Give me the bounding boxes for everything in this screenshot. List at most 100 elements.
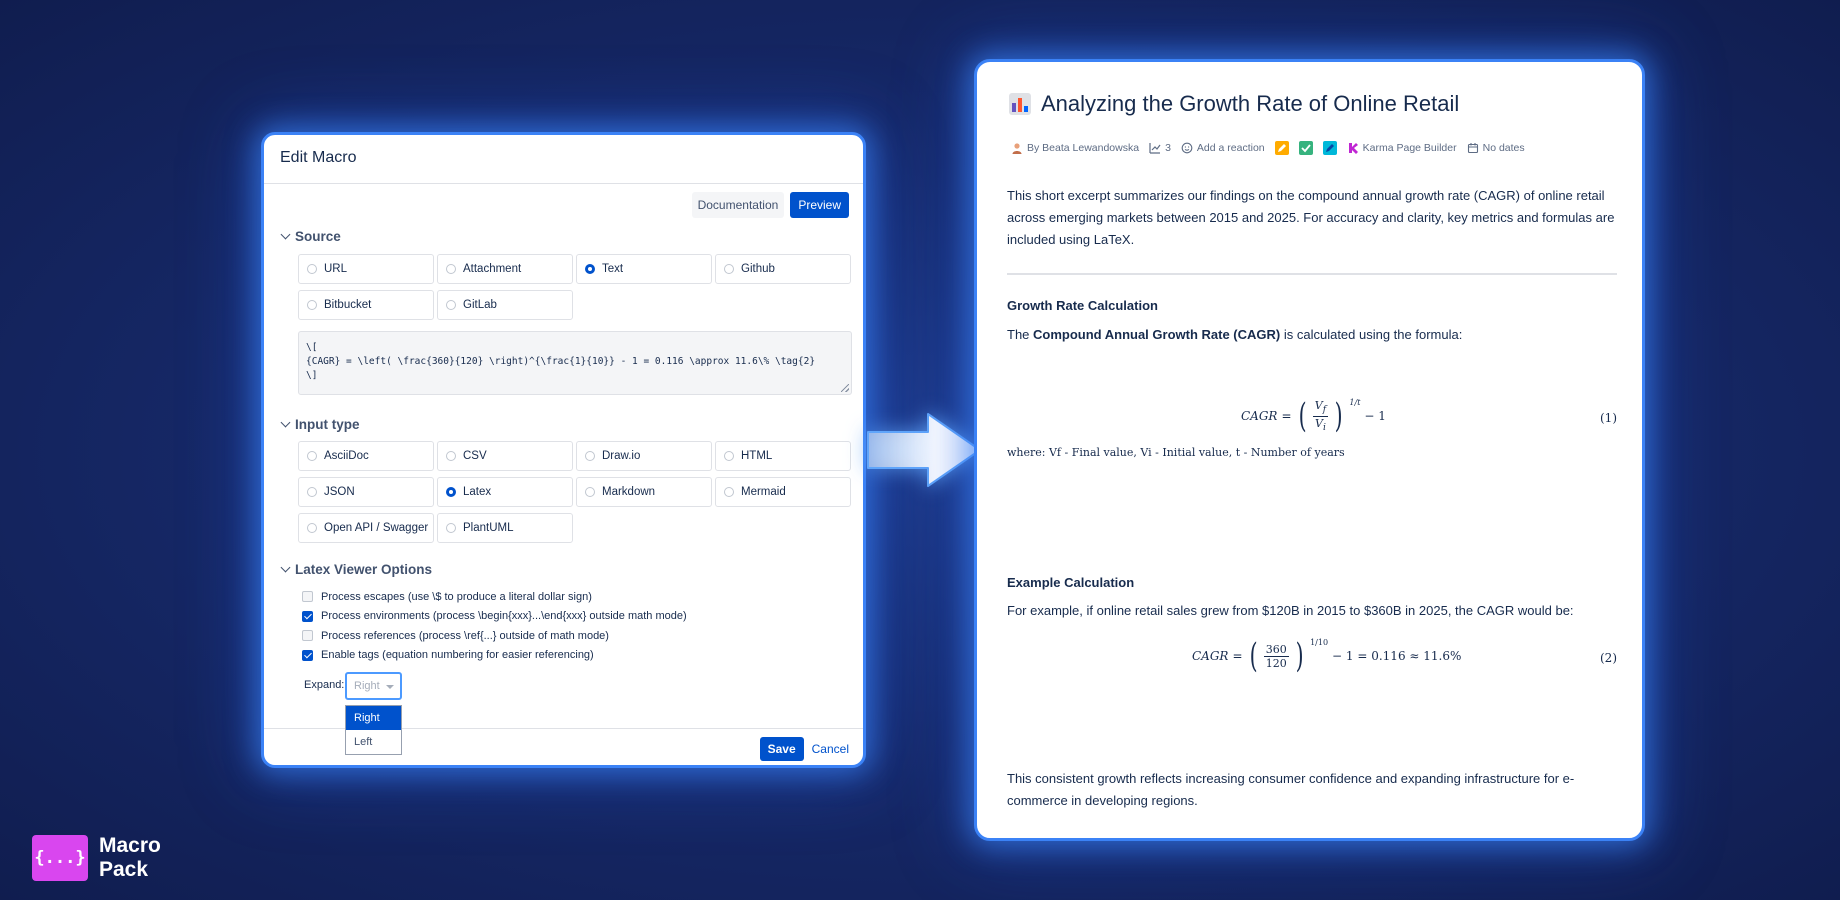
check-process-escapes[interactable]: Process escapes (use \$ to produce a lit… — [302, 587, 687, 607]
math-cagr: CAGR — [1192, 649, 1229, 663]
radio-icon — [585, 487, 595, 497]
resize-handle-icon[interactable] — [841, 384, 849, 392]
check-process-references[interactable]: Process references (process \ref{...} ou… — [302, 626, 687, 646]
page-byline: By Beata Lewandowska 3 Add a reaction Ka… — [1011, 141, 1535, 155]
math-minus-one: − 1 — [1364, 409, 1386, 423]
option-label: GitLab — [463, 299, 497, 311]
divider — [1007, 273, 1617, 275]
input-option-plantuml[interactable]: PlantUML — [437, 513, 573, 543]
page-preview: Analyzing the Growth Rate of Online Reta… — [974, 59, 1645, 841]
math-paren: ) — [1334, 396, 1343, 436]
section-heading-example: Example Calculation — [1007, 575, 1135, 590]
example-paragraph: For example, if online retail sales grew… — [1007, 603, 1574, 618]
radio-icon — [446, 523, 456, 533]
equation-2-body: CAGR = ( 360 120 ) 1/10 − 1 = 0.116 ≈ 11.… — [1192, 638, 1462, 674]
option-label: Github — [741, 263, 775, 275]
check-label: Enable tags (equation numbering for easi… — [321, 649, 594, 662]
conclusion-paragraph: This consistent growth reflects increasi… — [1007, 771, 1575, 808]
math-result: − 1 = 0.116 ≈ 11.6% — [1332, 649, 1462, 663]
radio-icon — [446, 264, 456, 274]
source-text-input[interactable]: \[{CAGR} = \left( \frac{360}{120} \right… — [298, 331, 852, 395]
expand-select-value: Right — [354, 680, 380, 692]
checkbox-checked-icon — [302, 610, 313, 622]
chevron-down-icon — [280, 229, 291, 240]
input-option-csv[interactable]: CSV — [437, 441, 573, 471]
checkmark-badge-icon[interactable] — [1298, 141, 1313, 155]
input-option-drawio[interactable]: Draw.io — [576, 441, 712, 471]
author[interactable]: By Beata Lewandowska — [1011, 142, 1139, 154]
math-cagr: CAGR — [1241, 409, 1278, 423]
dates-label: No dates — [1482, 142, 1525, 154]
source-option-attachment[interactable]: Attachment — [437, 254, 573, 284]
logo-mark-text: {...} — [34, 848, 86, 868]
radio-icon — [446, 300, 456, 310]
radio-icon — [307, 523, 317, 533]
expand-option-left[interactable]: Left — [346, 730, 401, 754]
option-label: CSV — [463, 450, 487, 462]
option-label: Mermaid — [741, 486, 786, 498]
source-option-gitlab[interactable]: GitLab — [437, 290, 573, 320]
source-section-title: Source — [295, 229, 341, 244]
input-option-openapi[interactable]: Open API / Swagger — [298, 513, 434, 543]
app-name: Karma Page Builder — [1362, 142, 1457, 154]
intro-paragraph: This short excerpt summarizes our findin… — [1007, 188, 1615, 247]
bar-chart-icon — [1009, 93, 1031, 115]
macro-pack-logo: {...} Macro Pack — [32, 834, 179, 882]
karma-page-builder[interactable]: Karma Page Builder — [1347, 142, 1457, 154]
option-label: Open API / Swagger — [324, 522, 429, 534]
macro-pack-wordmark: Macro Pack — [99, 834, 179, 882]
input-option-html[interactable]: HTML — [715, 441, 851, 471]
checkbox-icon — [302, 591, 313, 603]
expand-select[interactable]: Right — [345, 672, 402, 700]
source-option-bitbucket[interactable]: Bitbucket — [298, 290, 434, 320]
option-label: AsciiDoc — [324, 450, 369, 462]
logo-line-1: Macro — [99, 834, 161, 857]
source-section-toggle[interactable]: Source — [280, 229, 341, 244]
formula-intro: The Compound Annual Growth Rate (CAGR) i… — [1007, 324, 1617, 346]
text-fragment: is calculated using the formula: — [1280, 327, 1463, 342]
avatar-icon — [1012, 143, 1022, 154]
pencil-badge-icon[interactable] — [1274, 141, 1289, 155]
cancel-link[interactable]: Cancel — [812, 742, 849, 756]
page-analytics[interactable]: 3 — [1149, 142, 1171, 154]
option-label: Latex — [463, 486, 492, 498]
expand-dropdown: Right Left — [345, 705, 402, 755]
check-label: Process environments (process \begin{xxx… — [321, 610, 687, 623]
math-numerator: 360 — [1263, 642, 1289, 657]
latex-options-section-toggle[interactable]: Latex Viewer Options — [280, 562, 432, 577]
equation-1-number: (1) — [1600, 411, 1617, 425]
check-process-environments[interactable]: Process environments (process \begin{xxx… — [302, 607, 687, 627]
source-option-github[interactable]: Github — [715, 254, 851, 284]
input-type-section-toggle[interactable]: Input type — [280, 417, 360, 432]
documentation-button[interactable]: Documentation — [691, 192, 785, 218]
edit-badge-icon[interactable] — [1322, 141, 1337, 155]
input-option-asciidoc[interactable]: AsciiDoc — [298, 441, 434, 471]
expand-label: Expand: — [304, 679, 345, 691]
input-option-mermaid[interactable]: Mermaid — [715, 477, 851, 507]
expand-option-right[interactable]: Right — [346, 706, 401, 730]
dates[interactable]: No dates — [1467, 142, 1525, 154]
option-label: HTML — [741, 450, 773, 462]
check-label: Process references (process \ref{...} ou… — [321, 629, 609, 642]
preview-button[interactable]: Preview — [790, 192, 849, 218]
input-option-json[interactable]: JSON — [298, 477, 434, 507]
chevron-down-icon — [280, 562, 291, 573]
source-option-url[interactable]: URL — [298, 254, 434, 284]
save-button[interactable]: Save — [759, 737, 804, 761]
smiley-plus-icon — [1181, 142, 1193, 154]
calendar-icon — [1467, 143, 1478, 154]
math-numerator: Vf — [1312, 399, 1329, 417]
radio-icon — [446, 451, 456, 461]
input-option-latex[interactable]: Latex — [437, 477, 573, 507]
add-reaction-button[interactable]: Add a reaction — [1181, 142, 1265, 154]
input-type-section-title: Input type — [295, 417, 360, 432]
arrow-right-icon — [867, 413, 981, 487]
radio-icon — [307, 300, 317, 310]
source-option-text[interactable]: Text — [576, 254, 712, 284]
dialog-header: Edit Macro — [264, 135, 863, 184]
dialog-title: Edit Macro — [280, 149, 357, 166]
math-denominator: Vi — [1315, 416, 1326, 433]
check-enable-tags[interactable]: Enable tags (equation numbering for easi… — [302, 646, 687, 666]
input-option-markdown[interactable]: Markdown — [576, 477, 712, 507]
footer-actions: Save Cancel — [759, 737, 849, 761]
